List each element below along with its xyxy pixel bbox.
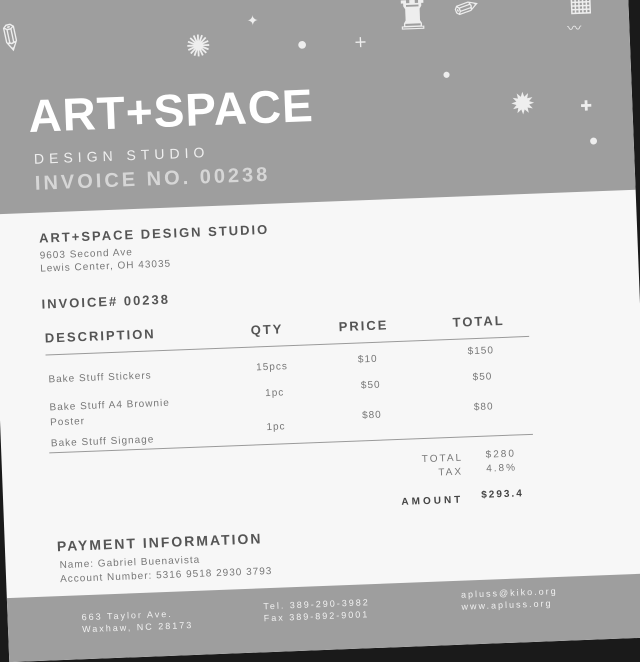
- total-value: $280: [485, 448, 517, 461]
- row-qty: 15pcs: [255, 361, 289, 374]
- column-header-qty: QTY: [250, 321, 284, 338]
- studio-address-line2: Lewis Center, OH 43035: [40, 258, 172, 275]
- squiggle-icon: 〰: [567, 20, 582, 38]
- dot-icon: ●: [297, 39, 307, 51]
- column-header-price: PRICE: [338, 317, 389, 335]
- paint-tube-icon: ♜: [393, 0, 432, 40]
- sun-icon: ✺: [185, 28, 212, 65]
- invoice-heading: INVOICE NO. 00238: [34, 163, 271, 195]
- row-total: $80: [473, 401, 494, 414]
- plus-icon: +: [353, 31, 368, 52]
- row-total: $150: [467, 345, 495, 358]
- invoice-number: INVOICE# 00238: [41, 291, 171, 312]
- row-description: Bake Stuff Stickers: [48, 370, 152, 386]
- dot-icon: ●: [442, 69, 451, 80]
- sparkle-icon: ✚: [580, 98, 593, 115]
- row-description: Bake Stuff A4 Brownie Poster: [49, 397, 171, 429]
- amount-label: AMOUNT: [401, 494, 464, 508]
- sun-icon: ✹: [509, 86, 537, 123]
- sparkle-icon: ✦: [246, 13, 259, 30]
- row-qty: 1pc: [266, 421, 286, 434]
- total-label: TOTAL: [421, 452, 464, 466]
- tax-label: TAX: [438, 466, 464, 479]
- row-total: $50: [472, 371, 493, 384]
- palette-icon: ▦: [567, 0, 594, 19]
- brand-title: ART+SPACE: [27, 79, 315, 142]
- footer-website[interactable]: www.apluss.org: [461, 597, 552, 612]
- column-header-total: TOTAL: [452, 312, 505, 330]
- dot-icon: ●: [589, 136, 598, 147]
- row-price: $80: [361, 409, 382, 422]
- invoice-page: ✎ ✺ ✦ + ● ♜ ✏ ▦ ✹ ✚ ● ● 〰 ART+SPACE DESI…: [0, 0, 640, 662]
- invoice-footer: 663 Taylor Ave. Waxhaw, NC 28173 Tel. 38…: [6, 573, 640, 662]
- row-qty: 1pc: [264, 387, 285, 400]
- brush-icon: ✎: [0, 14, 33, 64]
- tax-value: 4.8%: [486, 462, 518, 475]
- column-header-description: DESCRIPTION: [44, 326, 156, 346]
- studio-name: ART+SPACE DESIGN STUDIO: [38, 221, 270, 246]
- payment-title: PAYMENT INFORMATION: [56, 530, 263, 555]
- pencil-icon: ✏: [449, 0, 485, 30]
- row-price: $10: [357, 353, 378, 366]
- row-price: $50: [360, 379, 381, 392]
- amount-value: $293.4: [481, 488, 525, 501]
- brand-subtitle: DESIGN STUDIO: [33, 144, 210, 167]
- studio-address-line1: 9603 Second Ave: [39, 247, 134, 262]
- invoice-header: ✎ ✺ ✦ + ● ♜ ✏ ▦ ✹ ✚ ● ● 〰 ART+SPACE DESI…: [0, 0, 636, 215]
